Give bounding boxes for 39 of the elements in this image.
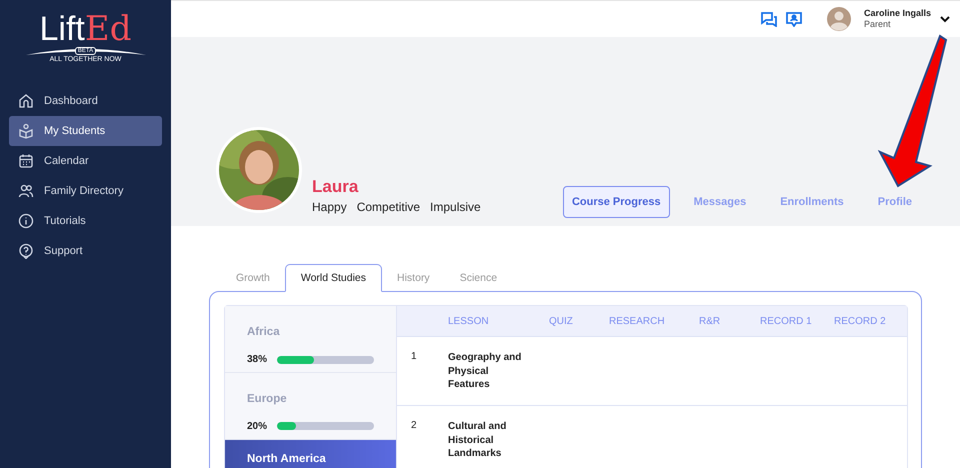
nav-item[interactable]: Tutorials bbox=[9, 206, 162, 236]
help-icon bbox=[18, 243, 34, 259]
reader-icon bbox=[18, 123, 34, 139]
avatar[interactable] bbox=[826, 7, 851, 31]
contact-card-icon[interactable] bbox=[786, 12, 802, 26]
column-header: R&R bbox=[699, 316, 720, 326]
student-name: Laura bbox=[312, 177, 360, 197]
column-header: QUIZ bbox=[549, 316, 573, 326]
subject-tab[interactable]: World Studies bbox=[284, 264, 382, 292]
home-icon bbox=[18, 93, 34, 109]
chevron-down-icon[interactable] bbox=[940, 16, 950, 22]
info-icon bbox=[18, 213, 34, 229]
table-cell-text: 1 bbox=[410, 351, 418, 364]
nav-item[interactable]: Family Directory bbox=[9, 176, 162, 206]
nav-item[interactable]: My Students bbox=[9, 116, 162, 146]
column-header: RESEARCH bbox=[609, 316, 665, 326]
logo-text: Lift bbox=[40, 12, 85, 46]
region-item[interactable]: Europe 20% bbox=[225, 372, 396, 440]
table-cell-text: 2 bbox=[410, 420, 418, 433]
nav-item[interactable]: Dashboard bbox=[9, 86, 162, 116]
nav-item[interactable]: Calendar bbox=[9, 146, 162, 176]
user-name: Caroline Ingalls bbox=[864, 8, 931, 19]
chat-icon[interactable] bbox=[760, 12, 777, 26]
people-icon bbox=[18, 183, 34, 199]
calendar-icon bbox=[18, 153, 34, 169]
region-item[interactable]: North America bbox=[225, 440, 396, 468]
trait-label: Happy bbox=[312, 200, 347, 214]
trait-label: Impulsive bbox=[430, 200, 481, 214]
column-header: RECORD 1 bbox=[760, 316, 812, 326]
column-header: LESSON bbox=[448, 316, 489, 326]
user-role: Parent bbox=[864, 19, 892, 30]
logo-text: Ed bbox=[84, 12, 132, 46]
nav-item[interactable]: Support bbox=[9, 236, 162, 266]
table-cell-text: Cultural and Historical Landmarks bbox=[448, 420, 508, 461]
region-item[interactable]: Africa 38% bbox=[225, 306, 396, 373]
column-header: RECORD 2 bbox=[834, 316, 886, 326]
profile-tab[interactable]: Course Progress bbox=[562, 186, 670, 218]
trait-label: Competitive bbox=[356, 200, 420, 214]
table-cell-text: Geography and Physical Features bbox=[448, 351, 522, 392]
